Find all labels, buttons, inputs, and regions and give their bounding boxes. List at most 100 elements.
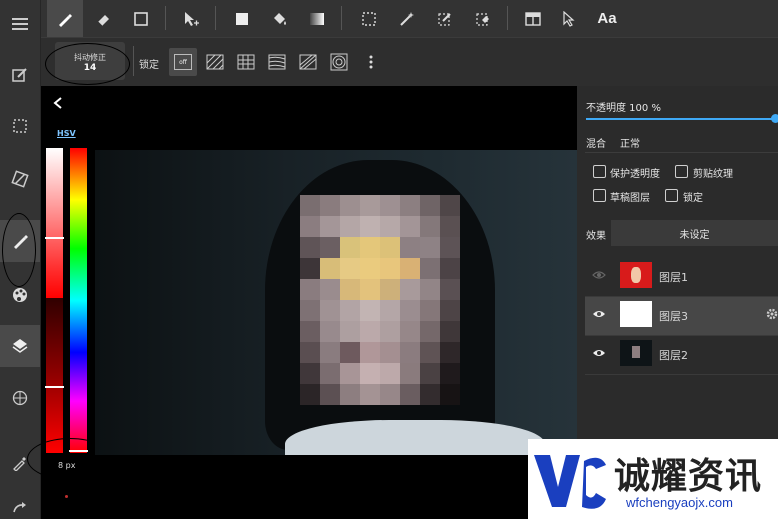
rectangle-tool-button[interactable] bbox=[123, 0, 159, 37]
eyedropper-icon bbox=[13, 457, 26, 471]
transform-button[interactable] bbox=[0, 158, 40, 200]
off-icon: off bbox=[174, 54, 192, 70]
blend-mode-select[interactable]: 正常 bbox=[620, 135, 640, 150]
text-tool-button[interactable]: Aa bbox=[589, 0, 625, 37]
lock-off-button[interactable]: off bbox=[169, 48, 197, 76]
draft-layer-checkbox[interactable] bbox=[593, 189, 606, 202]
fill-rect-tool-button[interactable] bbox=[224, 0, 260, 37]
select-pen-icon bbox=[438, 12, 451, 26]
opacity-label: 不透明度 100 % bbox=[586, 103, 661, 114]
watermark-name: 诚耀资讯 bbox=[614, 456, 763, 497]
frame-tool-button[interactable] bbox=[515, 0, 551, 37]
lock-diagonal-button[interactable] bbox=[201, 48, 229, 76]
pen-tool-button[interactable] bbox=[47, 0, 83, 37]
color-mode-label[interactable]: HSV bbox=[57, 129, 76, 138]
visibility-icon[interactable] bbox=[592, 309, 606, 319]
select-rect-tool-button[interactable] bbox=[351, 0, 387, 37]
select-eraser-icon bbox=[476, 12, 489, 26]
saturation-slider-handle[interactable] bbox=[45, 237, 64, 239]
watermark-logo bbox=[534, 455, 606, 509]
toolbar-divider bbox=[165, 6, 166, 30]
hue-slider[interactable] bbox=[70, 148, 87, 453]
lock-grid-button[interactable] bbox=[232, 48, 260, 76]
annotation-circle bbox=[2, 213, 36, 287]
layer-row[interactable]: 图层2 bbox=[585, 336, 778, 375]
off-label: off bbox=[179, 58, 187, 66]
opacity-slider[interactable] bbox=[586, 118, 777, 120]
magic-wand-tool-button[interactable] bbox=[389, 0, 425, 37]
move-icon bbox=[185, 11, 199, 26]
edit-button[interactable] bbox=[0, 54, 40, 96]
watermark: 诚耀资讯 wfchengyaojx.com bbox=[528, 439, 778, 519]
frame-icon bbox=[525, 11, 541, 26]
effect-select[interactable]: 未设定 bbox=[611, 220, 778, 246]
lock-label: 锁定 bbox=[139, 60, 159, 71]
fill-rect-icon bbox=[236, 12, 248, 25]
layer-thumbnail bbox=[620, 262, 652, 288]
palette-icon bbox=[13, 288, 27, 302]
more-vertical-icon bbox=[369, 55, 373, 69]
layer-thumbnail bbox=[620, 301, 652, 327]
grid-icon bbox=[12, 390, 28, 406]
selection-icon bbox=[13, 119, 27, 133]
lock-checkbox[interactable] bbox=[665, 189, 678, 202]
gear-icon[interactable] bbox=[766, 308, 778, 320]
layer-thumbnail bbox=[620, 340, 652, 366]
select-pen-tool-button[interactable] bbox=[427, 0, 463, 37]
selection-button[interactable] bbox=[0, 105, 40, 147]
clip-checkbox[interactable] bbox=[675, 165, 688, 178]
select-eraser-tool-button[interactable] bbox=[465, 0, 501, 37]
lock-concentric-button[interactable] bbox=[325, 48, 353, 76]
transform-icon bbox=[11, 170, 29, 188]
opacity-slider-handle[interactable] bbox=[771, 114, 778, 123]
menu-button[interactable] bbox=[0, 3, 40, 45]
pen-icon bbox=[59, 13, 72, 27]
move-tool-button[interactable] bbox=[173, 0, 209, 37]
lock-perspective-button[interactable] bbox=[294, 48, 322, 76]
lock-checkbox-label: 锁定 bbox=[683, 193, 703, 204]
redo-icon bbox=[13, 502, 26, 513]
value-slider[interactable] bbox=[46, 298, 63, 453]
lock-horizontal-button[interactable] bbox=[263, 48, 291, 76]
value-slider-handle[interactable] bbox=[45, 386, 64, 388]
hatch-perspective-icon bbox=[299, 54, 317, 70]
layer-row-selected[interactable]: 图层3 bbox=[585, 297, 778, 336]
protect-alpha-label: 保护透明度 bbox=[610, 169, 660, 180]
left-toolbar bbox=[0, 0, 41, 519]
divider bbox=[585, 152, 778, 153]
saturation-slider[interactable] bbox=[46, 148, 63, 298]
select-rect-icon bbox=[362, 11, 376, 26]
grid-button[interactable] bbox=[0, 377, 40, 419]
pointer-tool-button[interactable] bbox=[551, 0, 587, 37]
visibility-off-icon[interactable] bbox=[592, 270, 606, 280]
effect-value: 未设定 bbox=[679, 229, 710, 241]
mosaic-face bbox=[300, 195, 460, 405]
shirt-shape bbox=[285, 420, 545, 455]
collapse-color-panel-button[interactable] bbox=[53, 94, 63, 113]
watermark-url: wfchengyaojx.com bbox=[626, 495, 733, 510]
protect-alpha-checkbox[interactable] bbox=[593, 165, 606, 178]
layer-name: 图层1 bbox=[659, 271, 688, 284]
visibility-icon[interactable] bbox=[592, 348, 606, 358]
more-options-button[interactable] bbox=[357, 48, 385, 76]
hatch-grid-icon bbox=[237, 54, 255, 70]
hatch-horizontal-icon bbox=[268, 54, 286, 70]
blend-label: 混合 bbox=[586, 139, 606, 150]
layers-button[interactable] bbox=[0, 325, 40, 367]
layer-row[interactable]: 图层1 bbox=[585, 258, 778, 297]
canvas-image bbox=[95, 150, 577, 455]
menu-icon bbox=[12, 18, 28, 30]
bucket-tool-button[interactable] bbox=[261, 0, 297, 37]
magic-wand-icon bbox=[400, 11, 414, 26]
toolbar-divider bbox=[133, 46, 134, 76]
gradient-tool-button[interactable] bbox=[299, 0, 335, 37]
brush-options-bar: 抖动修正 14 锁定 off bbox=[41, 37, 778, 86]
redo-button[interactable] bbox=[0, 495, 40, 519]
toolbar-divider bbox=[341, 6, 342, 30]
clip-label: 剪贴纹理 bbox=[693, 169, 733, 180]
layer-name: 图层2 bbox=[659, 349, 688, 362]
draft-layer-label: 草稿图层 bbox=[610, 193, 650, 204]
bucket-icon bbox=[274, 12, 286, 25]
eraser-tool-button[interactable] bbox=[85, 0, 121, 37]
toolbar-divider bbox=[215, 6, 216, 30]
